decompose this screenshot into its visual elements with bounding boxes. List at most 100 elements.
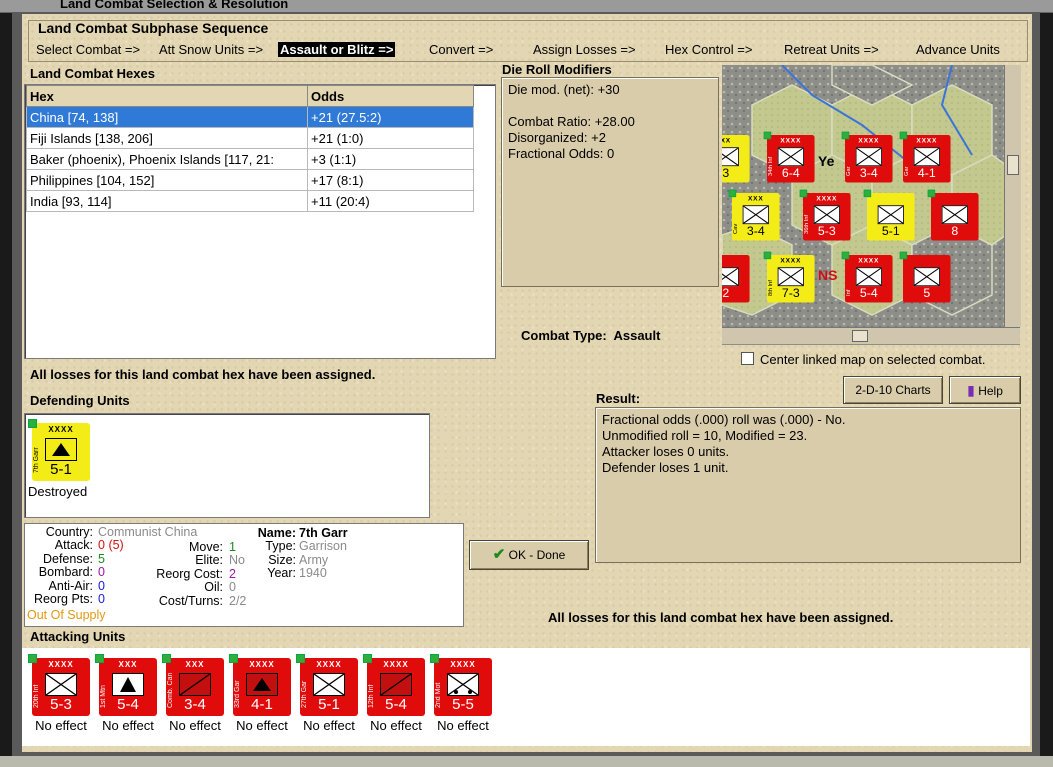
unit-counter[interactable]: 8: [927, 189, 979, 241]
oil-label: Oil:: [204, 580, 223, 595]
unit-size: XXX: [747, 194, 764, 203]
result-title: Result:: [596, 391, 641, 406]
table-row[interactable]: Philippines [104, 152] +17 (8:1): [26, 169, 474, 191]
reorg-pts-label: Reorg Pts:: [33, 592, 93, 607]
hexes-table: Hex Odds China [74, 138] +21 (27.5:2) Fiji…: [26, 85, 474, 212]
modifier-combat-ratio: Combat Ratio: +28.00: [508, 114, 635, 129]
unit-counter[interactable]: XXXX 34th Inf 6-4: [763, 131, 815, 183]
unit-counter[interactable]: 5-1: [863, 189, 915, 241]
unit-counter[interactable]: XXXX 2nd Mot 5-5: [430, 654, 492, 716]
table-row[interactable]: Fiji Islands [138, 206] +21 (1:0): [26, 127, 474, 149]
unit-counter[interactable]: XXXX 20th Inf 5-3: [28, 654, 90, 716]
map-vscroll-thumb[interactable]: [1007, 155, 1019, 175]
center-map-checkbox[interactable]: [741, 352, 754, 365]
infantry-icon: [777, 147, 804, 167]
help-button[interactable]: ▮ Help: [949, 376, 1021, 404]
unit-strength: 4-1: [251, 696, 273, 713]
step-assign-losses: Assign Losses =>: [533, 42, 636, 57]
table-row[interactable]: India [93, 114] +11 (20:4): [26, 190, 474, 212]
unit-size: XXXX: [316, 660, 342, 669]
unit-strength: 5-1: [881, 224, 900, 239]
unit-size: XXXX: [48, 425, 74, 434]
unit-marker-icon: [927, 189, 936, 198]
garrison-icon: [45, 438, 77, 461]
defending-title: Defending Units: [30, 393, 130, 408]
sequence-title: Land Combat Subphase Sequence: [38, 20, 269, 36]
status-left: All losses for this land combat hex have…: [30, 367, 376, 382]
unit-counter[interactable]: XXXX 7th Garr 5-1: [28, 419, 90, 481]
col-hex[interactable]: Hex: [26, 85, 308, 107]
attack-label: Attack:: [54, 538, 93, 553]
unit-effect: No effect: [303, 718, 355, 733]
hexes-table-panel: Hex Odds China [74, 138] +21 (27.5:2) Fiji…: [24, 84, 496, 359]
modifier-disorganized: Disorganized: +2: [508, 130, 606, 145]
modifiers-box: Die mod. (net): +30 Combat Ratio: +28.00…: [501, 77, 719, 287]
charts-button[interactable]: 2-D-10 Charts: [843, 376, 943, 404]
result-line-1: Fractional odds (.000) roll was (.000) -…: [602, 412, 846, 427]
map-hscroll-thumb[interactable]: [852, 330, 868, 342]
size-value: Army: [299, 552, 329, 567]
unit-size: XXXX: [858, 256, 880, 265]
unit-counter[interactable]: XXX Comb. Can 3-4: [162, 654, 224, 716]
unit-counter[interactable]: XXXX 12th Inf 5-4: [363, 654, 425, 716]
infantry-icon: [913, 147, 940, 167]
country-label: Country:: [45, 525, 93, 539]
map-vertical-scrollbar[interactable]: [1004, 65, 1021, 327]
help-button-label: Help: [978, 384, 1003, 398]
attacking-title: Attacking Units: [30, 629, 126, 644]
motorized-icon: [447, 673, 479, 696]
unit-strength: 5-3: [817, 224, 836, 239]
unit-counter[interactable]: XXX Cav 3-4: [728, 189, 780, 241]
ok-done-label: OK - Done: [508, 548, 566, 562]
unit-size: XXXX: [780, 256, 802, 265]
unit-strength: 3: [722, 166, 730, 181]
unit-counter[interactable]: XXXX 27th Gar 5-1: [296, 654, 358, 716]
center-map-option[interactable]: Center linked map on selected combat.: [741, 352, 985, 367]
step-assault-or-blitz: Assault or Blitz =>: [278, 42, 396, 57]
unit-counter[interactable]: XXXX 36th Inf 5-3: [799, 189, 851, 241]
unit-counter[interactable]: XXX 1st Mtn 5-4: [95, 654, 157, 716]
infantry-icon: [777, 267, 804, 287]
modifiers-title: Die Roll Modifiers: [502, 62, 612, 77]
unit-strength: 3-4: [859, 166, 878, 181]
unit-counter[interactable]: 2: [722, 255, 750, 303]
table-row[interactable]: Baker (phoenix), Phoenix Islands [117, 2…: [26, 148, 474, 170]
unit-counter[interactable]: XXXX Gar 3-4: [841, 131, 893, 183]
infantry-icon: [313, 673, 345, 696]
country-value: Communist China: [98, 525, 198, 539]
unit-strength: 5-5: [452, 696, 474, 713]
linked-map[interactable]: Ye NS XXKw3XXXX34th Inf6-4XXXXGar3-4XXXX…: [722, 65, 1020, 345]
table-row[interactable]: China [74, 138] +21 (27.5:2): [26, 106, 474, 128]
unit-size: XXXX: [383, 660, 409, 669]
unit-size: XXXX: [780, 136, 802, 145]
unit-counter[interactable]: XXXX Gar 4-1: [899, 131, 951, 183]
col-odds[interactable]: Odds: [307, 85, 474, 107]
oil-value: 0: [229, 580, 236, 595]
unit-counter[interactable]: XXKw3: [722, 135, 750, 183]
unit-effect: No effect: [437, 718, 489, 733]
cost-turns-label: Cost/Turns:: [158, 593, 223, 608]
unit-counter[interactable]: 5: [899, 251, 951, 303]
combat-type: Combat Type: Assault: [521, 328, 660, 343]
map-place-label-2: NS: [818, 267, 838, 283]
unit-size: XXXX: [858, 136, 880, 145]
unit-strength: 7-3: [781, 286, 800, 301]
unit-size: XXXX: [450, 660, 476, 669]
infantry-icon: [913, 267, 940, 287]
hexes-title: Land Combat Hexes: [30, 66, 155, 81]
center-map-label: Center linked map on selected combat.: [760, 352, 986, 367]
unit-effect: No effect: [236, 718, 288, 733]
size-label: Size:: [268, 552, 296, 567]
unit-counter[interactable]: XXXX Inf 5-4: [841, 251, 893, 303]
unit-strength: 3-4: [746, 224, 765, 239]
unit-counter[interactable]: XXXX 8th Inf 7-3: [763, 251, 815, 303]
map-horizontal-scrollbar[interactable]: [722, 327, 1020, 344]
ok-done-button[interactable]: ✔ OK - Done: [469, 540, 589, 570]
unit-counter[interactable]: XXXX 33rd Gar 4-1: [229, 654, 291, 716]
unit-size: XXXX: [249, 660, 275, 669]
garrison-icon: [246, 673, 278, 696]
unit-size: XXXX: [816, 194, 838, 203]
checkmark-icon: ✔: [492, 546, 506, 563]
name-label: Name:: [257, 526, 296, 540]
mountain-icon: [112, 673, 144, 696]
